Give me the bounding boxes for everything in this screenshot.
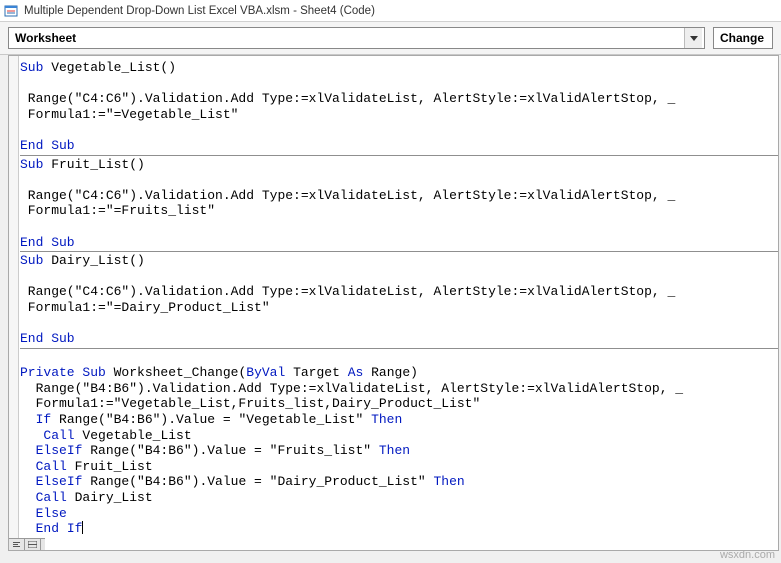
procedure-dropdown-value: Change <box>720 31 764 45</box>
code-text[interactable]: Sub Vegetable_List() Range("C4:C6").Vali… <box>19 56 778 550</box>
procedure-view-icon[interactable] <box>9 539 25 550</box>
margin-indicator-bar <box>9 56 19 550</box>
window-title: Multiple Dependent Drop-Down List Excel … <box>24 5 375 17</box>
chevron-down-icon[interactable] <box>684 28 702 48</box>
code-editor[interactable]: Sub Vegetable_List() Range("C4:C6").Vali… <box>8 55 779 551</box>
procedure-dropdown[interactable]: Change <box>713 27 773 49</box>
view-mode-tabs <box>9 538 45 550</box>
excel-module-icon <box>4 4 18 18</box>
object-dropdown-value: Worksheet <box>15 31 76 45</box>
watermark-text: wsxdn.com <box>720 549 775 561</box>
titlebar[interactable]: Multiple Dependent Drop-Down List Excel … <box>0 0 781 22</box>
full-module-view-icon[interactable] <box>25 539 41 550</box>
selector-toolbar: Worksheet Change <box>0 22 781 55</box>
object-dropdown[interactable]: Worksheet <box>8 27 705 49</box>
